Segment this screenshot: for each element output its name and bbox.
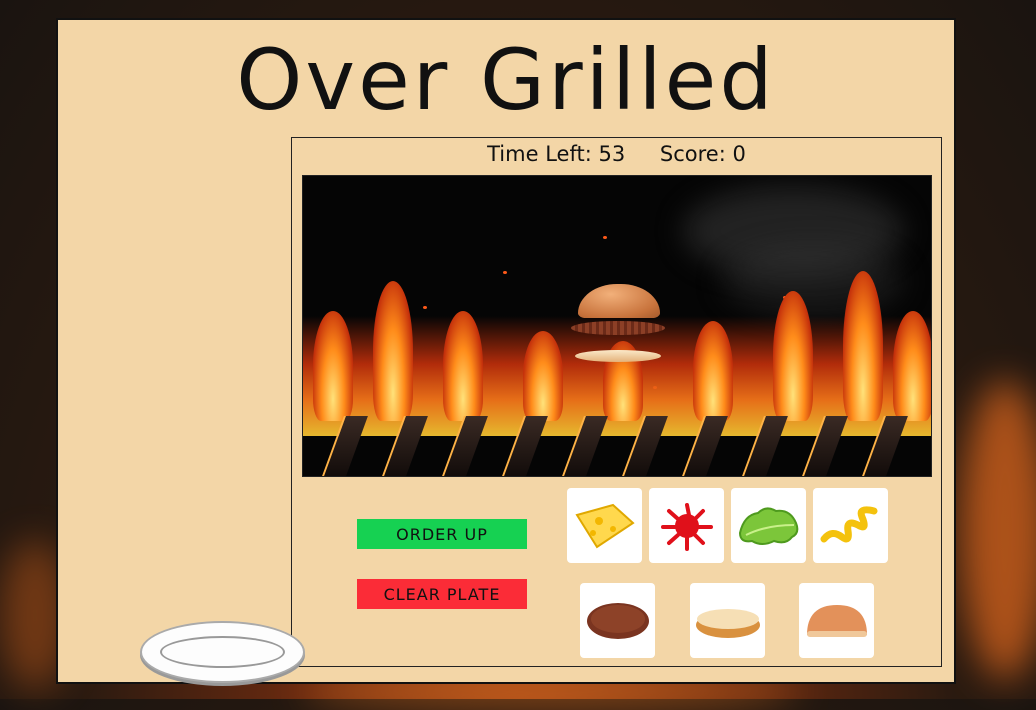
time-left-value: 53 bbox=[598, 142, 626, 166]
flame bbox=[773, 291, 813, 421]
score-label: Score: bbox=[659, 142, 726, 166]
flame bbox=[893, 311, 931, 421]
hud: Time Left: 53 Score: 0 bbox=[292, 142, 941, 166]
lettuce-icon bbox=[738, 506, 798, 545]
burger-patty bbox=[571, 321, 665, 335]
grill-scene bbox=[302, 175, 932, 477]
bottom-bun-tile[interactable] bbox=[690, 583, 765, 658]
cheese-icon bbox=[574, 503, 635, 548]
top-bun-tile[interactable] bbox=[799, 583, 874, 658]
plate[interactable] bbox=[140, 621, 305, 683]
patty-icon bbox=[586, 602, 649, 639]
time-left-label: Time Left: bbox=[487, 142, 592, 166]
ketchup-tile[interactable] bbox=[649, 488, 724, 563]
ember bbox=[603, 236, 607, 239]
patty-tile[interactable] bbox=[580, 583, 655, 658]
flame bbox=[523, 331, 563, 421]
score: Score: 0 bbox=[660, 142, 746, 166]
game-area: Time Left: 53 Score: 0 ORDER UP CLEAR PL… bbox=[291, 137, 942, 667]
ember bbox=[503, 271, 507, 274]
score-value: 0 bbox=[732, 142, 746, 166]
burger-top-bun bbox=[578, 284, 660, 318]
ketchup-icon bbox=[660, 502, 713, 551]
ember bbox=[423, 306, 427, 309]
flame bbox=[313, 311, 353, 421]
flame bbox=[693, 321, 733, 421]
flame bbox=[443, 311, 483, 421]
clear-plate-button[interactable]: CLEAR PLATE bbox=[357, 579, 527, 609]
top-bun-icon bbox=[806, 604, 867, 637]
cheese-tile[interactable] bbox=[567, 488, 642, 563]
plate-rim bbox=[160, 636, 285, 668]
game-title: Over Grilled bbox=[236, 31, 776, 129]
mustard-tile[interactable] bbox=[813, 488, 888, 563]
burger-bottom-bun bbox=[575, 350, 661, 362]
order-up-button[interactable]: ORDER UP bbox=[357, 519, 527, 549]
flame bbox=[373, 281, 413, 421]
background-glow bbox=[960, 380, 1036, 680]
lettuce-tile[interactable] bbox=[731, 488, 806, 563]
mustard-icon bbox=[820, 505, 877, 542]
time-left: Time Left: 53 bbox=[487, 142, 625, 166]
bottom-bun-icon bbox=[695, 608, 760, 638]
game-panel: Over Grilled Time Left: 53 Score: 0 ORDE… bbox=[56, 18, 956, 684]
flame bbox=[843, 271, 883, 421]
